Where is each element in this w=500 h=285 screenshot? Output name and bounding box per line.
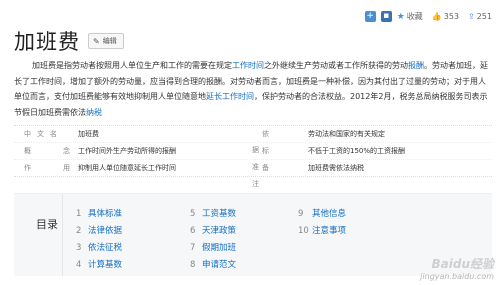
toc-column: 5 工资基数 6 天津政策 7 假期加班 8 申请范文 [190,206,236,274]
info-box: 中文名 加班费 依 据 劳动法和国家的有关规定 概 念 工作时间外生产劳动所得的… [14,125,492,188]
toc-item[interactable]: 10 注意事项 [298,223,346,240]
toc-item[interactable]: 2 法律依据 [76,223,122,240]
toc-link[interactable]: 其他信息 [312,206,346,223]
toc-label-box [14,194,63,276]
toc-column: 9 其他信息 10 注意事项 [298,206,346,240]
toc-item[interactable]: 7 假期加班 [190,240,236,257]
share-count: 251 [476,12,492,21]
toc-link[interactable]: 工资基数 [202,206,236,223]
toc-num: 2 [76,226,82,236]
toc-link[interactable]: 具体标准 [88,206,122,223]
toc-item[interactable]: 3 依法征税 [76,240,122,257]
intro-text: 加班费是指劳动者按照用人单位生产和工作的需要在规定 [32,61,232,70]
link-remuneration[interactable]: 报酬 [408,61,424,70]
watermark-logo: Baidu经验 [431,257,495,271]
intro-paragraph: 加班费是指劳动者按照用人单位生产和工作的需要在规定工作时间之外继续生产劳动或者工… [14,58,492,120]
info-value: 工作时间外生产劳动所得的报酬 [78,147,176,155]
toc-num: 3 [76,243,82,253]
toc-num: 9 [298,209,304,219]
toc-column: 1 具体标准 2 法律依据 3 依法征税 4 计算基数 [76,206,122,274]
toc-link[interactable]: 申请范文 [202,257,236,274]
info-row: 概 念 工作时间外生产劳动所得的报酬 标 准 不低于工资的150%的工资报酬 [14,143,492,171]
info-key: 标 准 [252,147,301,171]
info-value: 加班费需依法纳税 [308,164,364,172]
star-icon[interactable]: ★ [397,12,405,22]
toc-num: 6 [190,226,196,236]
weibo-icon[interactable]: ▪ [380,11,392,22]
link-work-time[interactable]: 工作时间 [232,61,264,70]
toc-num: 4 [76,260,82,270]
toc-num: 1 [76,209,82,219]
info-value: 抑制用人单位随意延长工作时间 [78,164,176,172]
toc-label: 目录 [36,218,58,231]
info-value: 不低于工资的150%的工资报酬 [308,147,406,155]
info-row: 作 用 抑制用人单位随意延长工作时间 备 注 加班费需依法纳税 [14,160,492,188]
edit-button[interactable]: ✎ 编辑 [88,33,124,49]
toc-link[interactable]: 计算基数 [88,257,122,274]
toc-num: 7 [190,243,196,253]
intro-text: 之外继续生产劳动或者工作所获得的劳动 [264,61,408,70]
info-key: 作 用 [24,164,76,172]
toc-item[interactable]: 5 工资基数 [190,206,236,223]
toc-link[interactable]: 法律依据 [88,223,122,240]
toc-link[interactable]: 假期加班 [202,240,236,257]
info-key: 概 念 [24,147,76,155]
info-key: 备 注 [252,164,301,188]
link-tax[interactable]: 纳税 [86,108,102,117]
toc-link[interactable]: 注意事项 [312,223,346,240]
toc-item[interactable]: 8 申请范文 [190,257,236,274]
toc-item[interactable]: 1 具体标准 [76,206,122,223]
info-key: 依 据 [252,130,301,154]
edit-label: 编辑 [102,37,117,45]
link-extend-work-time[interactable]: 延长工作时间 [206,92,254,101]
toc-num: 8 [190,260,196,270]
toc-link[interactable]: 依法征税 [88,240,122,257]
like-count: 353 [443,12,460,21]
plus-icon[interactable]: + [364,11,376,22]
thumbs-up-icon[interactable]: 👍 [432,12,442,21]
watermark: Baidu经验 jingyan.baidu.com [420,255,494,281]
info-value: 劳动法和国家的有关规定 [308,130,385,138]
info-row: 中文名 加班费 依 据 劳动法和国家的有关规定 [14,126,492,154]
toc-item[interactable]: 9 其他信息 [298,206,346,223]
page-title: 加班费 [14,30,80,54]
toc-num: 5 [190,209,196,219]
title-row: 加班费 ✎ 编辑 [14,26,124,56]
pencil-icon: ✎ [93,36,100,46]
toc-num: 10 [298,226,309,236]
top-toolbar: + ▪ ★ 收藏 👍 353 ⇪ 251 [364,11,492,22]
toc-item[interactable]: 6 天津政策 [190,223,236,240]
collect-label[interactable]: 收藏 [407,11,423,22]
info-key: 中文名 [24,130,63,138]
share-icon[interactable]: ⇪ [468,12,475,21]
watermark-url: jingyan.baidu.com [420,272,494,281]
info-value: 加班费 [78,130,99,138]
toc-link[interactable]: 天津政策 [202,223,236,240]
toc-item[interactable]: 4 计算基数 [76,257,122,274]
